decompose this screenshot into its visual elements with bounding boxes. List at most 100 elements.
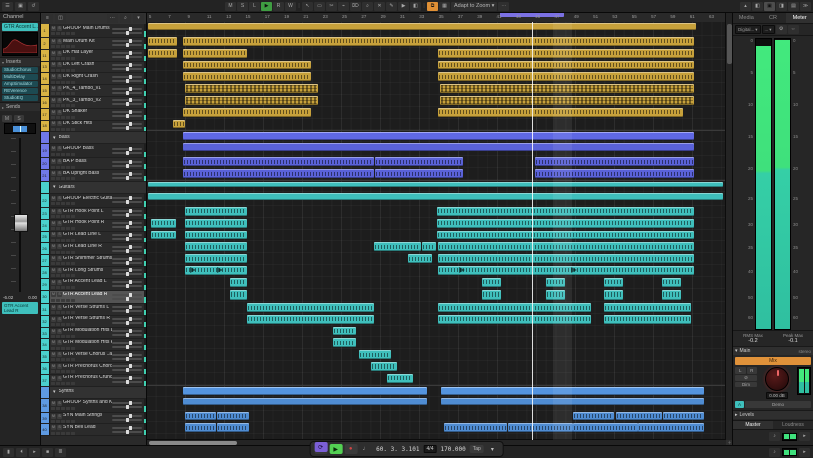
track-row[interactable]: 33MSGTR Modulation Hits L <box>40 328 146 340</box>
track-mini-button[interactable] <box>56 370 60 373</box>
track-mini-button[interactable] <box>61 166 65 169</box>
track-row[interactable]: 13MSDK Left Crash <box>40 62 146 74</box>
solo-button[interactable]: S <box>57 425 62 430</box>
track-row[interactable]: 34MSGTR Modulation Hits R <box>40 339 146 351</box>
track-mini-button[interactable] <box>51 227 55 230</box>
mute-button[interactable]: M <box>51 340 56 345</box>
insert-slot[interactable]: StudioEQ <box>2 95 38 101</box>
volume-slider[interactable] <box>112 269 142 271</box>
track-mini-button[interactable] <box>61 251 65 254</box>
expand-icon[interactable]: ≫ <box>800 2 811 11</box>
track-row[interactable]: 29MSGTR Accent Lead L <box>40 279 146 291</box>
solo-button[interactable]: S <box>57 401 62 406</box>
track-row[interactable]: 27MSGTR Shimmer Strums <box>40 255 146 267</box>
track-mini-button[interactable] <box>61 420 65 423</box>
track-mini-button[interactable] <box>56 335 60 338</box>
arrange-lanes[interactable] <box>146 22 726 440</box>
track-mini-button[interactable] <box>71 81 75 84</box>
mute-button[interactable]: M <box>51 280 56 285</box>
solo-button[interactable]: S <box>57 292 62 297</box>
tap-tempo-button[interactable]: Tap <box>470 445 484 453</box>
volume-slider[interactable] <box>112 258 142 260</box>
solo-button[interactable]: S <box>57 171 62 176</box>
audio-event[interactable] <box>185 231 247 240</box>
erase-tool-icon[interactable]: ⌦ <box>350 2 361 11</box>
solo-button[interactable]: S <box>57 280 62 285</box>
pan-slider[interactable] <box>112 127 142 129</box>
track-mini-button[interactable] <box>56 81 60 84</box>
audio-event[interactable] <box>183 157 374 166</box>
track-mini-button[interactable] <box>71 370 75 373</box>
track-mini-button[interactable] <box>56 104 60 107</box>
track-mini-button[interactable] <box>61 116 65 119</box>
track-mini-button[interactable] <box>66 335 70 338</box>
rewind-icon[interactable]: ⏴ <box>16 448 27 457</box>
track-row[interactable]: 14MSDK Right Crash <box>40 73 146 85</box>
track-mini-button[interactable] <box>61 432 65 435</box>
track-mini-button[interactable] <box>66 45 70 48</box>
audio-event[interactable] <box>185 219 247 228</box>
channel-volume-value[interactable]: -6.02 <box>3 295 13 300</box>
control-room-main-header[interactable]: ▾ Main stereo <box>733 346 813 355</box>
pan-slider[interactable] <box>112 152 142 154</box>
track-row[interactable]: 38MSGROUP Synths and Keys <box>40 399 146 413</box>
audio-event[interactable] <box>173 120 186 129</box>
track-row[interactable]: 24MSGTR Hook Point R <box>40 220 146 232</box>
track-mini-button[interactable] <box>71 262 75 265</box>
volume-slider[interactable] <box>112 222 142 224</box>
volume-slider[interactable] <box>112 342 142 344</box>
pan-slider[interactable] <box>112 103 142 105</box>
track-row[interactable]: 21MSBA Upright Bass <box>40 170 146 182</box>
right-zone-tab-media[interactable]: Media <box>733 12 760 23</box>
meter-settings-gear-icon[interactable]: ⚙ <box>776 25 787 34</box>
mute-button[interactable]: M <box>51 401 56 406</box>
track-mini-button[interactable] <box>56 407 60 410</box>
track-row[interactable]: 35MSGTR Verse Chorus ..ar <box>40 351 146 363</box>
track-mini-button[interactable] <box>51 116 55 119</box>
track-mini-button[interactable] <box>61 299 65 302</box>
track-mini-button[interactable] <box>56 382 60 385</box>
track-count-field[interactable]: ··· <box>107 14 119 23</box>
track-mini-button[interactable] <box>66 166 70 169</box>
midi-activity-icon[interactable]: ≣ <box>55 448 66 457</box>
solo-button[interactable]: S <box>57 196 62 201</box>
track-mini-button[interactable] <box>66 274 70 277</box>
audio-event[interactable] <box>183 398 427 405</box>
audio-event[interactable] <box>638 423 704 432</box>
inspector-track-name-button[interactable]: GTR Accent L.. <box>2 23 38 31</box>
range-select-tool-icon[interactable]: ▭ <box>314 2 325 11</box>
track-row[interactable]: 25MSGTR Lead Line L <box>40 232 146 244</box>
volume-slider[interactable] <box>112 161 142 163</box>
metronome-button[interactable]: ♩ <box>359 444 372 454</box>
speaker-right-button[interactable]: R <box>747 367 758 374</box>
pan-slider[interactable] <box>112 32 142 34</box>
audio-event[interactable] <box>616 412 662 421</box>
pan-slider[interactable] <box>112 214 142 216</box>
solo-button[interactable]: S <box>57 86 62 91</box>
track-mini-button[interactable] <box>56 92 60 95</box>
track-mini-button[interactable] <box>61 227 65 230</box>
read-automation-icon[interactable]: R <box>273 2 284 11</box>
volume-slider[interactable] <box>112 377 142 379</box>
track-mini-button[interactable] <box>51 104 55 107</box>
mute-button[interactable]: M <box>51 51 56 56</box>
track-mini-button[interactable] <box>51 215 55 218</box>
track-mini-button[interactable] <box>61 358 65 361</box>
folder-open-icon[interactable]: ▾ <box>53 389 56 395</box>
pan-slider[interactable] <box>112 165 142 167</box>
volume-slider[interactable] <box>112 210 142 212</box>
mute-button[interactable]: M <box>51 121 56 126</box>
track-mini-button[interactable] <box>61 69 65 72</box>
track-row[interactable]: 28MSGTR Long Strums <box>40 267 146 279</box>
track-mini-button[interactable] <box>51 177 55 180</box>
pan-slider[interactable] <box>112 250 142 252</box>
mute-button[interactable]: M <box>51 171 56 176</box>
pan-slider[interactable] <box>112 406 142 408</box>
transport-position-display[interactable]: 60. 3. 3.101 <box>374 446 421 453</box>
mix-source-button[interactable]: Mix <box>735 357 811 365</box>
track-row[interactable]: 23MSGTR Hook Point L <box>40 208 146 220</box>
track-row[interactable]: 32MSGTR Verse Strums R <box>40 316 146 328</box>
pan-slider[interactable] <box>112 177 142 179</box>
deactivate-solo-icon[interactable]: S <box>237 2 248 11</box>
track-mini-button[interactable] <box>71 382 75 385</box>
